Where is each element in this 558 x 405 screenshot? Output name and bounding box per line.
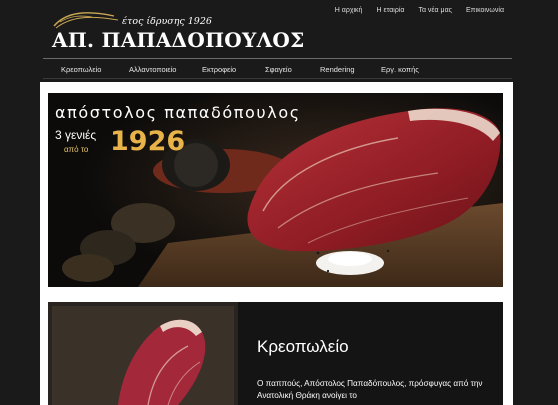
butcher-shop-section: Κρεοπωλείο Ο παππούς, Απόστολος Παπαδόπο… xyxy=(48,302,503,405)
main-menu: Κρεοπωλείο Αλλαντοποιείο Εκτροφείο Σφαγε… xyxy=(43,58,512,79)
section-body-text: Ο παππούς, Απόστολος Παπαδόπουλος, πρόσφ… xyxy=(257,379,483,400)
top-navigation: Η αρχική Η εταιρία Τα νέα μας Επικοινωνί… xyxy=(335,7,504,14)
menu-item-charcuterie[interactable]: Αλλαντοποιείο xyxy=(129,65,176,74)
logo-established-text: έτος ίδρυσης 1926 xyxy=(122,16,212,27)
menu-item-farm[interactable]: Εκτροφείο xyxy=(202,65,236,74)
banner-title: απόστολος παπαδόπουλος xyxy=(55,103,301,122)
butcher-meat-image xyxy=(48,302,238,405)
topnav-home-link[interactable]: Η αρχική xyxy=(335,7,363,14)
hero-meat-image xyxy=(48,93,503,287)
menu-item-cutting-workshop[interactable]: Εργ. κοπής xyxy=(381,65,419,74)
logo-name-text: ΑΠ. ΠΑΠΑΔΟΠΟΥΛΟΣ xyxy=(52,28,305,52)
topnav-news-link[interactable]: Τα νέα μας xyxy=(418,7,452,14)
topnav-contact-link[interactable]: Επικοινωνία xyxy=(466,7,504,14)
logo-swoosh-icon xyxy=(53,12,119,29)
hero-banner: απόστολος παπαδόπουλος 3 γενιές από το 1… xyxy=(48,93,503,287)
topnav-company-link[interactable]: Η εταιρία xyxy=(376,7,404,14)
menu-item-rendering[interactable]: Rendering xyxy=(320,65,355,74)
content-area: απόστολος παπαδόπουλος 3 γενιές από το 1… xyxy=(40,82,513,405)
banner-since-label: από το xyxy=(64,145,89,154)
section-title: Κρεοπωλείο xyxy=(257,337,349,356)
menu-item-butcher-shop[interactable]: Κρεοπωλείο xyxy=(61,65,101,74)
banner-generations: 3 γενιές xyxy=(55,128,97,142)
menu-item-slaughterhouse[interactable]: Σφαγείο xyxy=(265,65,292,74)
site-logo[interactable]: έτος ίδρυσης 1926 ΑΠ. ΠΑΠΑΔΟΠΟΥΛΟΣ xyxy=(50,6,304,52)
banner-year: 1926 xyxy=(110,126,186,157)
